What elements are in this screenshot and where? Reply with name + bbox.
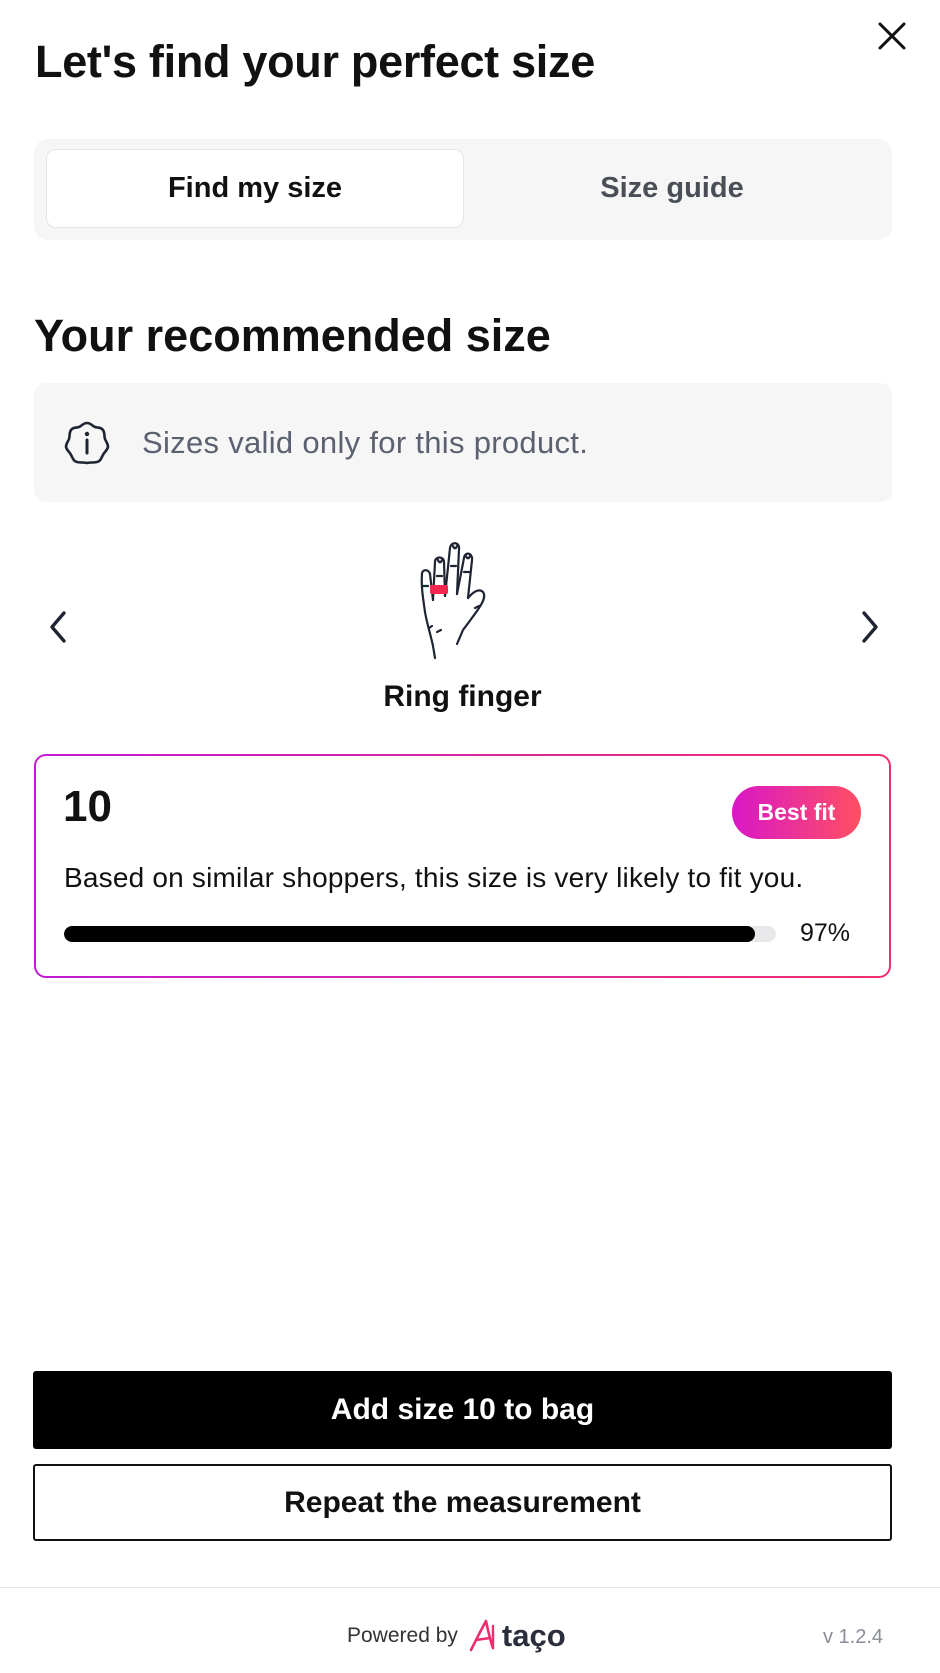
tab-bar: Find my size Size guide [34, 139, 892, 240]
version-label: v 1.2.4 [823, 1626, 884, 1648]
size-finder-modal: Let's find your perfect size Find my siz… [0, 0, 940, 1673]
brand-name: taço [501, 1618, 566, 1653]
powered-by: Powered by taço [347, 1618, 566, 1654]
fit-progress-bar [64, 926, 776, 942]
chevron-right-icon [862, 611, 878, 643]
fit-description: Based on similar shoppers, this size is … [64, 862, 804, 893]
next-finger-button[interactable] [850, 607, 890, 647]
close-icon [878, 22, 906, 50]
tab-find-my-size[interactable]: Find my size [46, 149, 464, 228]
hand-ring-finger-icon [420, 542, 486, 660]
repeat-measurement-button[interactable]: Repeat the measurement [33, 1464, 892, 1541]
previous-finger-button[interactable] [38, 607, 78, 647]
info-text: Sizes valid only for this product. [142, 424, 589, 460]
add-to-bag-button[interactable]: Add size 10 to bag [33, 1371, 892, 1449]
page-title: Let's find your perfect size [35, 36, 595, 87]
brand-logo[interactable]: taço [468, 1618, 566, 1654]
tab-size-guide[interactable]: Size guide [464, 149, 880, 228]
chevron-left-icon [50, 611, 66, 643]
finger-label: Ring finger [383, 680, 542, 713]
size-value: 10 [63, 782, 112, 831]
info-icon [64, 421, 110, 464]
close-button[interactable] [872, 16, 912, 56]
powered-by-label: Powered by [347, 1624, 458, 1647]
brand-mark-icon [469, 1619, 495, 1652]
footer: Powered by taço v 1.2.4 [0, 1588, 940, 1673]
recommended-size-heading: Your recommended size [34, 310, 551, 361]
recommended-size-card: 10 Best fit Based on similar shoppers, t… [34, 754, 891, 978]
fit-percentage: 97% [800, 919, 851, 947]
info-notice: Sizes valid only for this product. [34, 383, 892, 502]
fit-progress-fill [64, 926, 755, 942]
best-fit-badge: Best fit [732, 786, 861, 839]
